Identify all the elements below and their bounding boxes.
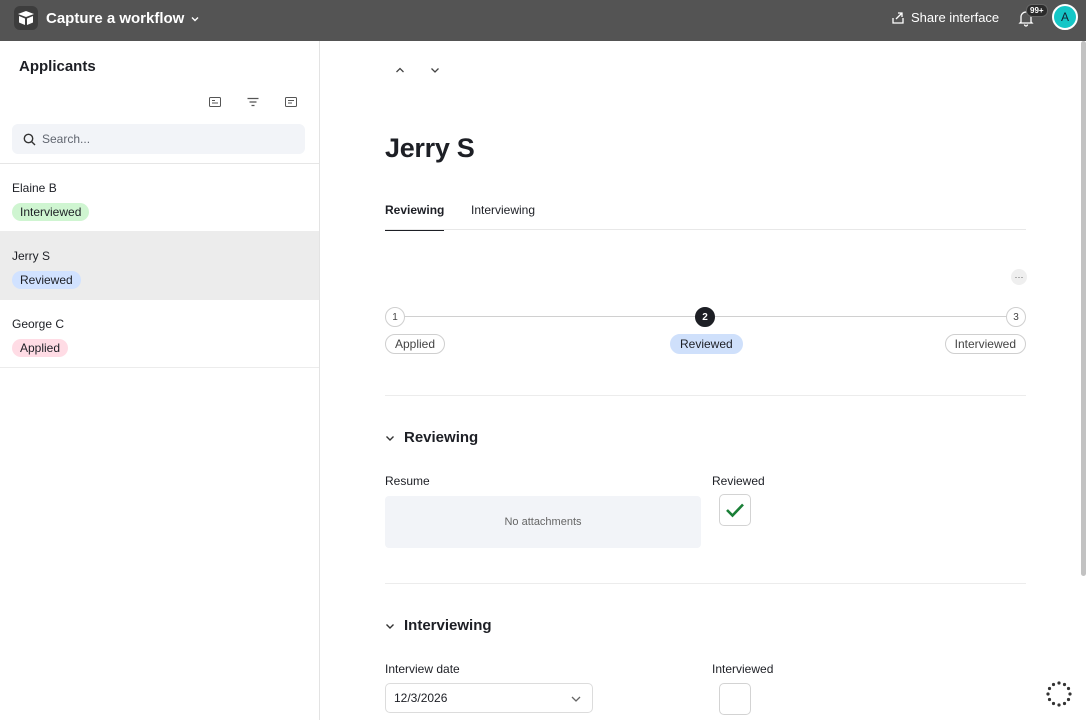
tab-bar: Reviewing Interviewing [385,203,1026,231]
list-item-elaine-b[interactable]: Elaine B Interviewed [0,164,319,232]
reviewing-section-title: Reviewing [404,429,479,446]
resume-label: Resume [385,474,430,488]
step-2-label[interactable]: Reviewed [670,334,743,354]
share-icon [892,11,904,24]
reviewed-label: Reviewed [712,474,765,488]
interview-date-field[interactable]: 12/3/2026 [385,683,593,713]
app-title: Capture a workflow [46,10,185,27]
app-title-menu[interactable]: Capture a workflow [46,10,200,27]
list-item-jerry-s[interactable]: Jerry S Reviewed [0,232,319,300]
page-title: Jerry S [385,133,475,163]
chevron-down-icon [571,696,581,702]
step-1-label[interactable]: Applied [385,334,446,354]
tab-interviewing[interactable]: Interviewing [471,203,535,230]
interviewing-section-header[interactable]: Interviewing [385,617,492,634]
chevron-down-icon [386,435,394,441]
interviewed-checkbox[interactable] [719,683,751,715]
step-3-dot[interactable]: 3 [1006,307,1026,327]
reviewing-section-header[interactable]: Reviewing [385,429,478,446]
status-badge: Applied [12,339,69,357]
avatar[interactable]: A [1052,4,1078,30]
applicant-list: Elaine B Interviewed Jerry S Reviewed Ge… [0,164,319,368]
search-icon [23,133,36,145]
share-interface-label: Share interface [911,10,1000,25]
more-options-button[interactable]: ··· [1011,269,1027,285]
reviewed-checkbox[interactable] [719,494,751,526]
applicant-name: George C [12,317,65,331]
status-stepper: 1 2 3 Applied Reviewed Interviewed [385,307,1026,357]
sort-icon[interactable] [284,95,298,109]
interview-date-value: 12/3/2026 [394,691,448,705]
applicant-name: Elaine B [12,181,57,195]
chevron-down-icon [386,623,394,629]
top-bar: Capture a workflow Share interface 99+ A [0,0,1086,41]
section-divider [385,395,1026,396]
status-badge: Reviewed [12,271,81,289]
step-1-dot[interactable]: 1 [385,307,405,327]
checkmark-icon [726,503,744,518]
notification-count-badge: 99+ [1026,4,1048,17]
loading-spinner-icon [1046,681,1072,707]
sidebar: Applicants Elaine B Interviewed Jerry S … [0,41,320,720]
section-divider [385,583,1026,584]
search-box[interactable] [12,124,305,154]
no-attachments-text: No attachments [504,516,582,528]
chevron-down-icon [191,16,199,21]
next-record-icon[interactable] [428,63,442,77]
record-navigation [393,63,443,77]
app-logo-icon[interactable] [14,6,38,30]
search-input[interactable] [42,132,282,146]
step-3-label[interactable]: Interviewed [944,334,1026,354]
share-interface-button[interactable]: Share interface [891,10,999,25]
sidebar-toolbar [0,95,320,109]
interview-date-label: Interview date [385,662,460,676]
interviewing-section-title: Interviewing [404,617,492,634]
applicant-name: Jerry S [12,249,51,263]
scrollbar[interactable] [1081,41,1086,576]
record-detail: Jerry S Reviewing Interviewing ··· 1 2 3… [320,41,1086,720]
list-item-george-c[interactable]: George C Applied [0,300,319,368]
card-view-icon[interactable] [208,95,222,109]
tab-reviewing[interactable]: Reviewing [385,203,445,231]
sidebar-title: Applicants [19,58,96,75]
previous-record-icon[interactable] [393,63,407,77]
status-badge: Interviewed [12,203,90,221]
step-2-dot[interactable]: 2 [695,307,715,327]
interviewed-label: Interviewed [712,662,774,676]
resume-attachment-dropzone[interactable]: No attachments [385,496,701,548]
filter-icon[interactable] [246,95,260,109]
